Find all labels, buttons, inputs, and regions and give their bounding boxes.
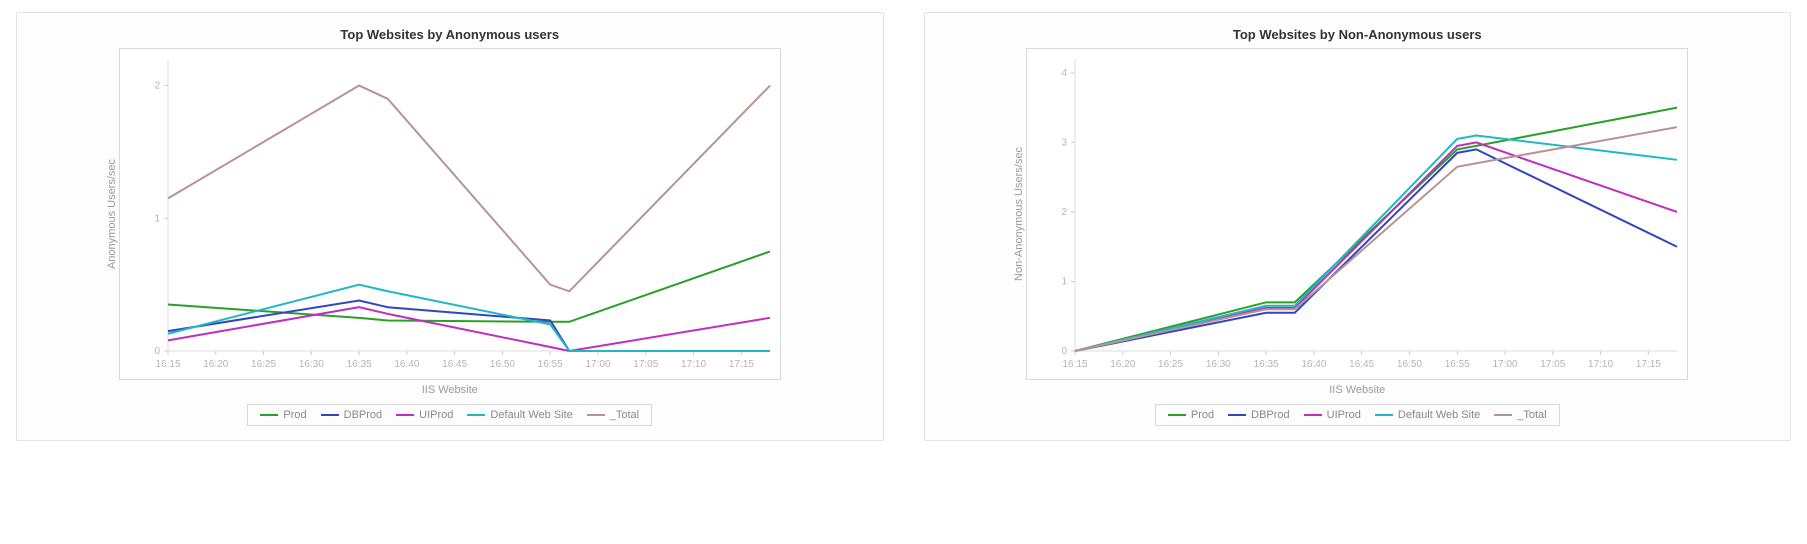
legend-swatch	[587, 414, 605, 416]
svg-text:0: 0	[154, 346, 160, 357]
legend-item[interactable]: _Total	[1494, 409, 1546, 421]
svg-text:16:45: 16:45	[442, 359, 467, 370]
legend: Prod DBProd UIProd Default Web Site _Total	[247, 404, 652, 426]
svg-text:2: 2	[154, 81, 160, 92]
legend-swatch	[1375, 414, 1393, 416]
legend-item[interactable]: Prod	[260, 409, 306, 421]
svg-text:16:25: 16:25	[251, 359, 276, 370]
svg-text:16:50: 16:50	[1397, 359, 1422, 370]
legend-item[interactable]: _Total	[587, 409, 639, 421]
svg-text:16:35: 16:35	[1254, 359, 1279, 370]
series-line--total	[168, 86, 770, 292]
legend-item[interactable]: DBProd	[1228, 409, 1290, 421]
legend-label: _Total	[1517, 409, 1546, 421]
series-line-uiprod	[1075, 142, 1677, 351]
series-line--total	[1075, 127, 1677, 351]
series-line-default-web-site	[1075, 135, 1677, 351]
legend-swatch	[467, 414, 485, 416]
legend-swatch	[1304, 414, 1322, 416]
svg-text:16:20: 16:20	[1111, 359, 1136, 370]
svg-text:16:55: 16:55	[537, 359, 562, 370]
dashboard-row: Top Websites by Anonymous users 0 1 2 16:15 1…	[0, 0, 1807, 453]
legend-label: DBProd	[344, 409, 383, 421]
svg-text:16:40: 16:40	[394, 359, 419, 370]
svg-text:17:00: 17:00	[1493, 359, 1518, 370]
svg-text:17:05: 17:05	[1541, 359, 1566, 370]
x-axis-label: IIS Website	[31, 384, 869, 396]
svg-text:17:10: 17:10	[681, 359, 706, 370]
legend-swatch	[260, 414, 278, 416]
svg-text:17:00: 17:00	[585, 359, 610, 370]
svg-text:16:45: 16:45	[1349, 359, 1374, 370]
legend-item[interactable]: DBProd	[321, 409, 383, 421]
chart-panel-nonanon: Top Websites by Non-Anonymous users 0 1 2 3 4…	[924, 12, 1792, 441]
legend-swatch	[1494, 414, 1512, 416]
legend-label: DBProd	[1251, 409, 1290, 421]
legend-label: UIProd	[419, 409, 453, 421]
svg-text:17:10: 17:10	[1588, 359, 1613, 370]
y-axis-label: Anonymous Users/sec	[106, 159, 118, 269]
svg-text:16:35: 16:35	[346, 359, 371, 370]
svg-text:17:05: 17:05	[633, 359, 658, 370]
legend-label: Prod	[1191, 409, 1214, 421]
series-line-default-web-site	[168, 285, 770, 351]
legend-label: _Total	[610, 409, 639, 421]
svg-text:16:20: 16:20	[203, 359, 228, 370]
chart-title: Top Websites by Non-Anonymous users	[939, 27, 1777, 42]
svg-text:16:25: 16:25	[1158, 359, 1183, 370]
plot-area: 0 1 2 3 4 16:15 16:20 16:25 16:30 16:35 16:40 16:45…	[1026, 48, 1688, 380]
svg-text:3: 3	[1062, 137, 1068, 148]
legend-item[interactable]: Default Web Site	[1375, 409, 1480, 421]
legend-label: Prod	[283, 409, 306, 421]
svg-text:17:15: 17:15	[729, 359, 754, 370]
x-axis-label: IIS Website	[939, 384, 1777, 396]
legend-swatch	[321, 414, 339, 416]
legend-label: Default Web Site	[490, 409, 572, 421]
svg-text:16:55: 16:55	[1445, 359, 1470, 370]
svg-text:0: 0	[1062, 346, 1068, 357]
chart-title: Top Websites by Anonymous users	[31, 27, 869, 42]
legend-item[interactable]: Default Web Site	[467, 409, 572, 421]
svg-text:16:30: 16:30	[299, 359, 324, 370]
svg-text:1: 1	[154, 213, 160, 224]
svg-text:4: 4	[1062, 68, 1068, 79]
svg-text:17:15: 17:15	[1636, 359, 1661, 370]
legend-label: Default Web Site	[1398, 409, 1480, 421]
svg-text:1: 1	[1062, 276, 1068, 287]
svg-text:2: 2	[1062, 207, 1068, 218]
svg-text:16:40: 16:40	[1302, 359, 1327, 370]
legend-label: UIProd	[1327, 409, 1361, 421]
legend-item[interactable]: Prod	[1168, 409, 1214, 421]
y-axis-label: Non-Anonymous Users/sec	[1013, 147, 1025, 281]
svg-text:16:30: 16:30	[1206, 359, 1231, 370]
legend-item[interactable]: UIProd	[396, 409, 453, 421]
svg-text:16:15: 16:15	[155, 359, 180, 370]
svg-text:16:50: 16:50	[490, 359, 515, 370]
legend-swatch	[1168, 414, 1186, 416]
legend-swatch	[1228, 414, 1246, 416]
plot-area: 0 1 2 16:15 16:20 16:25 16:30 16:35 16:40 16:45 16…	[119, 48, 781, 380]
legend-item[interactable]: UIProd	[1304, 409, 1361, 421]
legend-swatch	[396, 414, 414, 416]
chart-panel-anon: Top Websites by Anonymous users 0 1 2 16:15 1…	[16, 12, 884, 441]
svg-text:16:15: 16:15	[1063, 359, 1088, 370]
legend: Prod DBProd UIProd Default Web Site _Total	[1155, 404, 1560, 426]
